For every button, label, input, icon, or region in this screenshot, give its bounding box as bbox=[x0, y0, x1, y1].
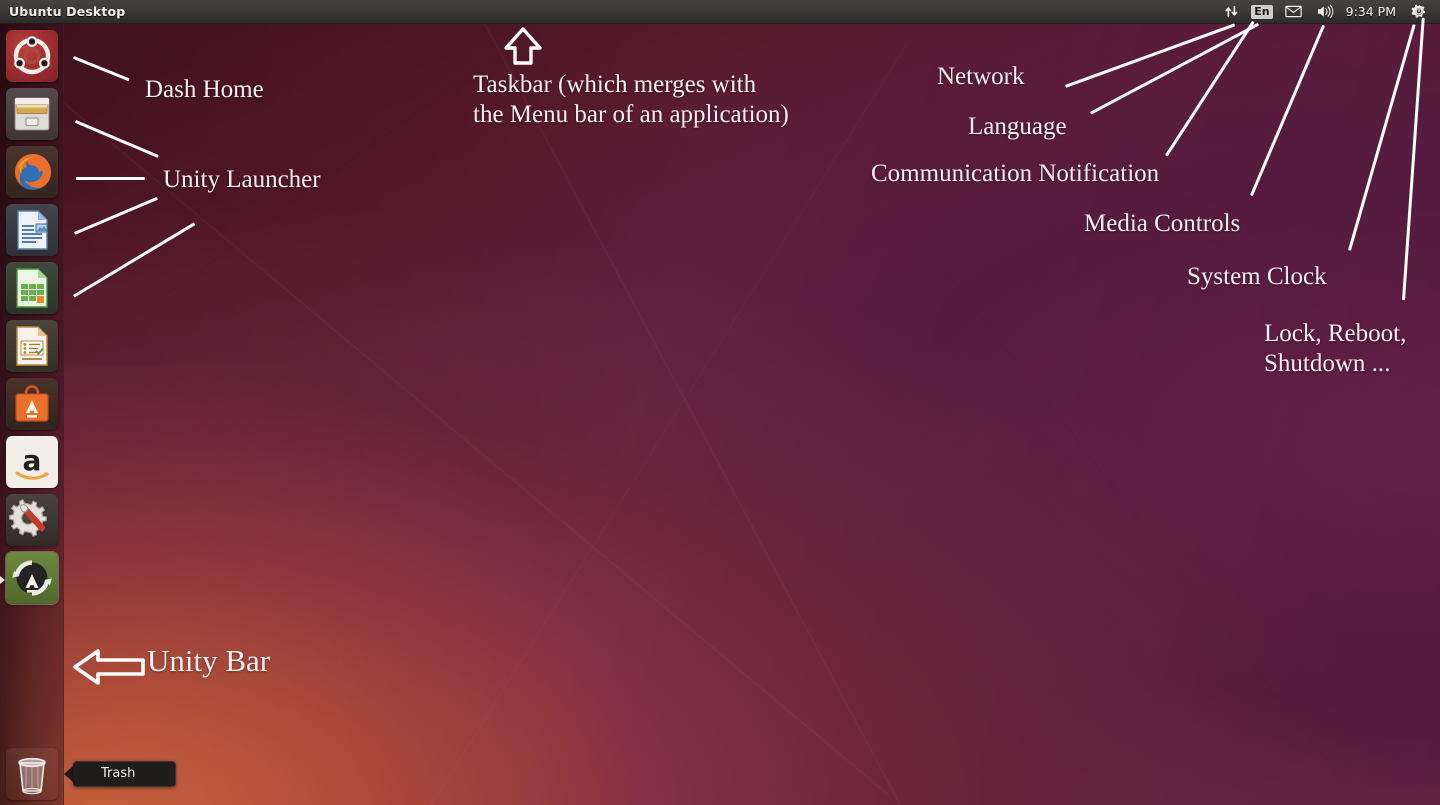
ubuntu-desktop: Ubuntu Desktop En 9:34 PM a Trash Dash H… bbox=[0, 0, 1440, 805]
annotation-network: Network bbox=[937, 63, 1025, 90]
software-center-bag-icon bbox=[15, 385, 49, 422]
power-gear-glyph bbox=[1411, 4, 1426, 18]
unity-launcher: a bbox=[0, 24, 64, 805]
taskbar-up-arrow-icon bbox=[504, 27, 542, 65]
annotation-communication-notification: Communication Notification bbox=[871, 160, 1160, 187]
leader-line-launcher-2 bbox=[76, 177, 145, 180]
tooltip-arrow bbox=[64, 765, 73, 782]
system-tray: En 9:34 PM bbox=[1217, 0, 1440, 24]
language-indicator[interactable]: En bbox=[1246, 0, 1277, 24]
wallpaper-glow bbox=[0, 365, 700, 805]
top-panel: Ubuntu Desktop En 9:34 PM bbox=[0, 0, 1440, 24]
annotation-taskbar: Taskbar (which merges with the Menu bar … bbox=[473, 71, 789, 128]
launcher-item-ubuntu-software-center[interactable] bbox=[6, 378, 58, 430]
amazon-icon: a bbox=[15, 444, 49, 480]
launcher-item-dash-home[interactable] bbox=[6, 30, 58, 82]
volume-icon[interactable] bbox=[1309, 0, 1342, 24]
running-app-indicator bbox=[0, 576, 5, 584]
annotation-dash-home: Dash Home bbox=[145, 76, 264, 103]
ubuntu-logo-icon bbox=[13, 36, 51, 75]
trash-tooltip: Trash bbox=[64, 760, 177, 787]
annotation-system-clock: System Clock bbox=[1187, 263, 1327, 290]
launcher-item-trash[interactable] bbox=[6, 748, 58, 800]
file-cabinet-icon bbox=[14, 97, 50, 131]
annotation-media-controls: Media Controls bbox=[1084, 210, 1241, 237]
panel-app-title[interactable]: Ubuntu Desktop bbox=[0, 4, 125, 19]
software-updater-icon bbox=[12, 560, 52, 596]
launcher-item-libreoffice-calc[interactable] bbox=[6, 262, 58, 314]
launcher-item-amazon[interactable]: a bbox=[6, 436, 58, 488]
annotation-lock-reboot-shutdown: Lock, Reboot, Shutdown ... bbox=[1264, 320, 1407, 377]
annotation-unity-launcher: Unity Launcher bbox=[163, 166, 321, 193]
launcher-item-libreoffice-impress[interactable] bbox=[6, 320, 58, 372]
firefox-icon bbox=[15, 154, 51, 190]
network-arrows-glyph bbox=[1225, 5, 1238, 18]
presentation-icon bbox=[16, 326, 48, 366]
session-menu-icon[interactable] bbox=[1404, 0, 1434, 24]
annotation-unity-bar: Unity Bar bbox=[147, 643, 271, 678]
speaker-glyph bbox=[1317, 4, 1333, 19]
network-icon[interactable] bbox=[1217, 0, 1246, 24]
annotation-language: Language bbox=[968, 113, 1067, 140]
envelope-glyph bbox=[1284, 5, 1302, 18]
launcher-item-firefox[interactable] bbox=[6, 146, 58, 198]
launcher-item-system-settings[interactable] bbox=[6, 494, 58, 546]
gear-wrench-icon bbox=[9, 499, 47, 537]
trash-icon bbox=[18, 757, 46, 795]
svg-text:a: a bbox=[23, 444, 42, 477]
tooltip-label: Trash bbox=[73, 760, 177, 787]
launcher-item-software-updater[interactable] bbox=[6, 552, 58, 604]
messaging-icon[interactable] bbox=[1278, 0, 1309, 24]
spreadsheet-icon bbox=[16, 268, 48, 308]
launcher-item-libreoffice-writer[interactable] bbox=[6, 204, 58, 256]
launcher-item-files[interactable] bbox=[6, 88, 58, 140]
system-clock-indicator[interactable]: 9:34 PM bbox=[1342, 4, 1404, 19]
document-icon bbox=[17, 210, 48, 250]
unity-bar-left-arrow-icon bbox=[73, 649, 145, 685]
language-indicator-label: En bbox=[1251, 4, 1273, 19]
